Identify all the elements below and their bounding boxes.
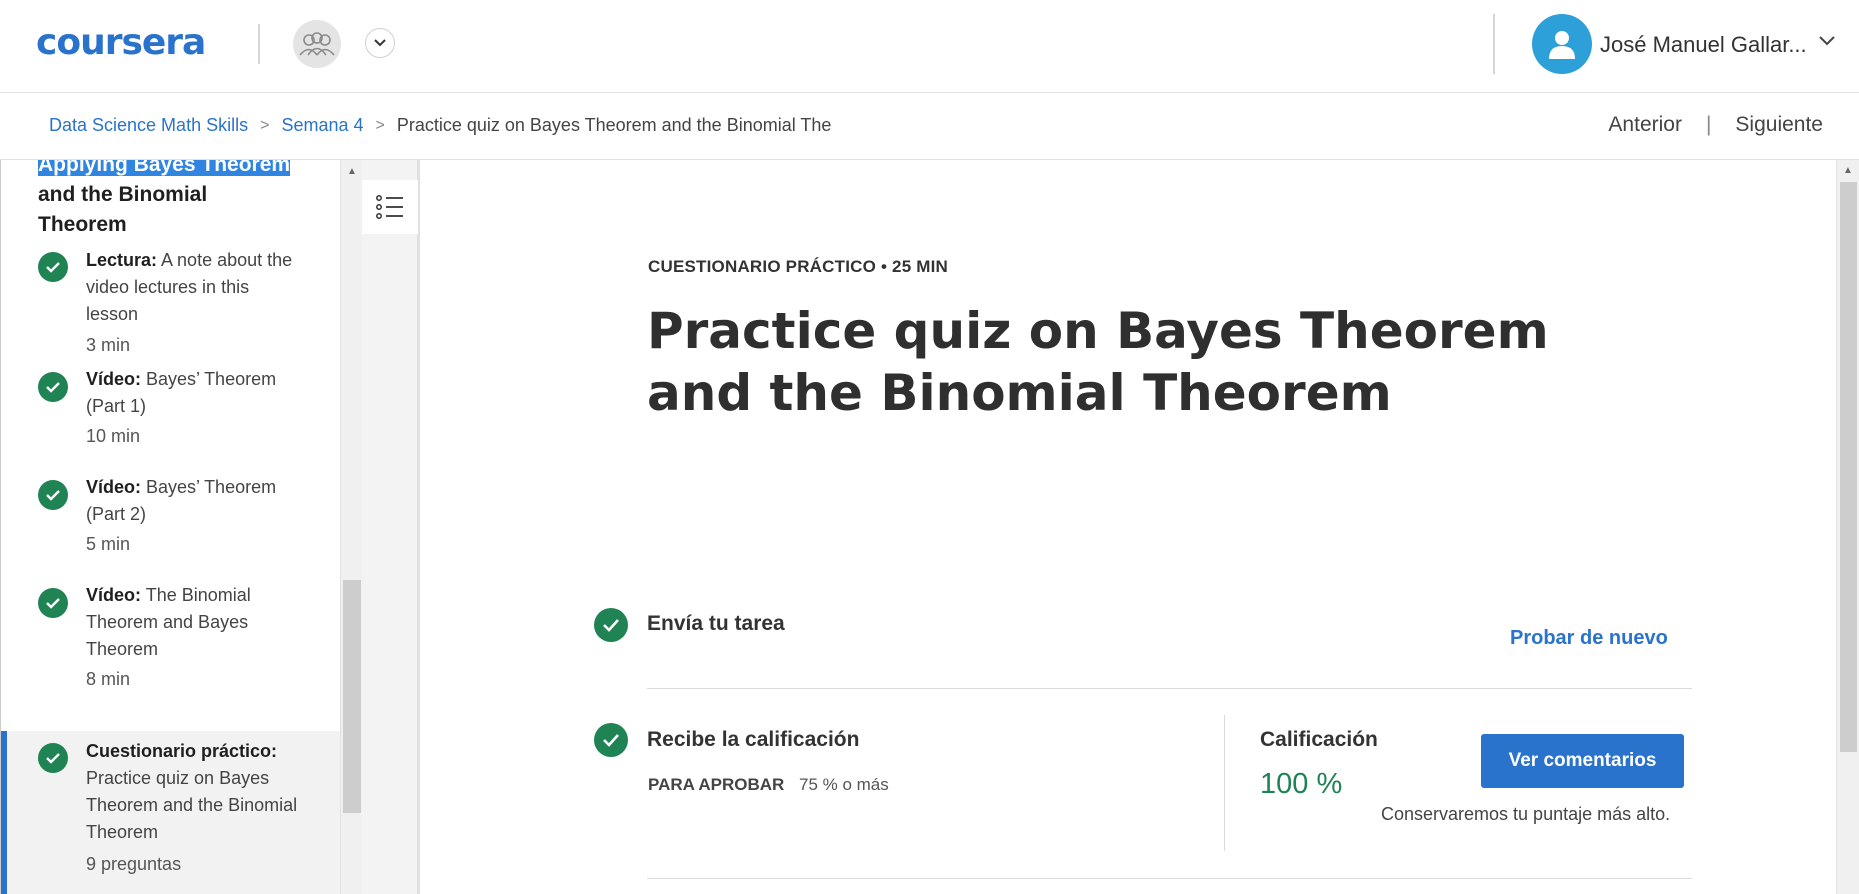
sidebar-item-duration: 5 min	[86, 534, 131, 554]
sidebar-item-label: Lectura: A note about the video lectures…	[86, 250, 293, 324]
sidebar-item-duration: 8 min	[86, 669, 131, 689]
step-submit-title: Envía tu tarea	[647, 612, 785, 635]
sidebar-scrollbar[interactable]: ▲	[340, 160, 362, 894]
avatar[interactable]	[1532, 14, 1592, 74]
scroll-up-arrow-icon[interactable]: ▲	[347, 166, 357, 177]
breadcrumb: Data Science Math Skills > Semana 4 > Pr…	[49, 115, 831, 136]
group-switcher-icon[interactable]	[293, 20, 341, 68]
section-title-highlight: Applying Bayes Theorem	[38, 160, 291, 176]
breadcrumb-week-link[interactable]: Semana 4	[281, 115, 363, 136]
sidebar-item-label: Vídeo: The Binomial Theorem and Bayes Th…	[86, 585, 251, 659]
sidebar-item-duration: 3 min	[86, 335, 131, 355]
user-name[interactable]: José Manuel Gallar...	[1600, 32, 1807, 58]
next-link[interactable]: Siguiente	[1735, 113, 1823, 137]
page-title: Practice quiz on Bayes Theorem and the B…	[647, 302, 1549, 422]
step-complete-check-icon	[594, 608, 628, 642]
chevron-down-icon[interactable]	[365, 28, 395, 58]
people-icon	[299, 32, 335, 56]
grade-label: Calificación	[1260, 728, 1378, 751]
completed-check-icon	[38, 480, 68, 510]
grade-value: 100 %	[1260, 768, 1343, 800]
section-title: Applying Bayes Theorem and the Binomial …	[38, 160, 298, 240]
breadcrumb-course-link[interactable]: Data Science Math Skills	[49, 115, 248, 136]
sidebar-item-label: Vídeo: Bayes’ Theorem (Part 1)	[86, 369, 277, 416]
section-title-rest: and the Binomial Theorem	[38, 183, 208, 236]
previous-link[interactable]: Anterior	[1608, 113, 1682, 137]
completed-check-icon	[38, 588, 68, 618]
scroll-up-arrow-icon[interactable]: ▲	[1843, 165, 1853, 176]
sidebar-item-lectura-note[interactable]: Lectura: A note about the video lectures…	[1, 250, 340, 355]
sidebar-item-label: Cuestionario práctico: Practice quiz on B…	[86, 741, 298, 842]
lesson-sidebar: Applying Bayes Theorem and the Binomial …	[0, 160, 340, 894]
main-content: CUESTIONARIO PRÁCTICO • 25 MIN Practice …	[423, 160, 1836, 894]
sidebar-item-duration: 9 preguntas	[86, 854, 182, 874]
user-icon	[1549, 31, 1575, 59]
highest-score-note: Conservaremos tu puntaje más alto.	[1381, 804, 1671, 824]
completed-check-icon	[38, 743, 68, 773]
user-menu-chevron-icon[interactable]	[1818, 34, 1836, 52]
item-kicker: CUESTIONARIO PRÁCTICO • 25 MIN	[648, 257, 949, 276]
breadcrumb-bar: Data Science Math Skills > Semana 4 > Pr…	[0, 93, 1859, 160]
list-icon	[376, 195, 403, 219]
main-scrollbar-thumb[interactable]	[1840, 182, 1857, 752]
sidebar-scrollbar-thumb[interactable]	[343, 580, 361, 813]
top-bar: coursera José Manuel Gallar...	[0, 0, 1859, 93]
pass-threshold-label: PARA APROBAR	[648, 775, 785, 794]
sidebar-item-video-bayes-2[interactable]: Vídeo: Bayes’ Theorem (Part 2) 5 min	[1, 468, 340, 558]
prev-next-nav: Anterior | Siguiente	[1608, 113, 1823, 137]
header-divider	[258, 24, 260, 64]
coursera-logo[interactable]: coursera	[36, 22, 206, 63]
main-scrollbar[interactable]: ▲	[1836, 160, 1859, 894]
step-complete-check-icon	[594, 723, 628, 757]
sidebar-item-practice-quiz[interactable]: Cuestionario práctico: Practice quiz on B…	[1, 731, 340, 894]
completed-check-icon	[38, 372, 68, 402]
user-divider	[1493, 14, 1495, 74]
outline-toggle-column	[362, 160, 420, 894]
retry-link[interactable]: Probar de nuevo	[1510, 627, 1668, 650]
completed-check-icon	[38, 252, 68, 282]
sidebar-item-video-binomial[interactable]: Vídeo: The Binomial Theorem and Bayes Th…	[1, 576, 340, 691]
view-feedback-button[interactable]: Ver comentarios	[1481, 734, 1684, 788]
sidebar-item-duration: 10 min	[86, 426, 141, 446]
toggle-outline-button[interactable]	[362, 180, 418, 234]
sidebar-item-video-bayes-1[interactable]: Vídeo: Bayes’ Theorem (Part 1) 10 min	[1, 360, 340, 450]
breadcrumb-separator: >	[260, 116, 270, 134]
nav-divider: |	[1705, 113, 1712, 136]
breadcrumb-separator: >	[375, 116, 385, 134]
breadcrumb-current: Practice quiz on Bayes Theorem and the B…	[396, 115, 832, 135]
step-grade-title: Recibe la calificación	[647, 728, 860, 751]
sidebar-item-label: Vídeo: Bayes’ Theorem (Part 2)	[86, 477, 277, 524]
pass-threshold-value: 75 % o más	[799, 775, 889, 794]
grade-divider	[1224, 715, 1225, 851]
divider	[647, 688, 1692, 689]
divider	[647, 878, 1692, 879]
